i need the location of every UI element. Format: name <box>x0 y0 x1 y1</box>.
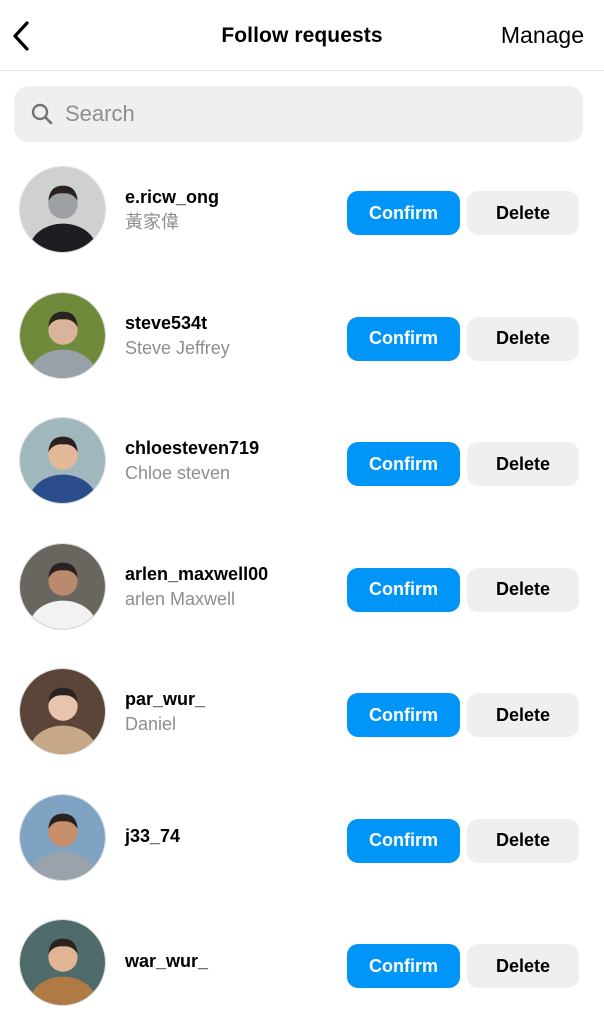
full-name: Chloe steven <box>125 463 231 483</box>
follow-request-row: chloesteven719 Chloe steven Confirm Dele… <box>0 398 604 524</box>
delete-button[interactable]: Delete <box>467 693 579 737</box>
follow-request-list: e.ricw_ong 黃家偉 Confirm Delete steve534t … <box>0 147 604 1024</box>
top-nav-bar: Follow requests Manage <box>0 0 604 71</box>
full-name: arlen Maxwell <box>125 588 236 609</box>
avatar[interactable] <box>19 291 106 379</box>
profile-photo <box>20 167 105 252</box>
profile-photo <box>20 920 105 1005</box>
username[interactable]: par_wur_ <box>125 687 205 711</box>
avatar[interactable] <box>19 793 106 881</box>
manage-button[interactable]: Manage <box>501 22 584 49</box>
delete-button[interactable]: Delete <box>467 316 579 361</box>
request-names: war_wur_ <box>125 949 208 973</box>
follow-request-row: j33_74 Confirm Delete <box>0 775 604 901</box>
delete-button[interactable]: Delete <box>467 191 579 235</box>
avatar[interactable] <box>19 919 106 1006</box>
username[interactable]: j33_74 <box>125 824 180 848</box>
avatar[interactable] <box>19 668 106 755</box>
profile-photo <box>20 669 105 754</box>
full-name: 黃家偉 <box>125 212 179 232</box>
request-names: e.ricw_ong 黃家偉 <box>125 185 219 235</box>
avatar[interactable] <box>19 417 106 504</box>
request-names: chloesteven719 Chloe steven <box>125 436 259 486</box>
delete-button[interactable]: Delete <box>467 442 579 486</box>
username[interactable]: e.ricw_ong <box>125 185 219 209</box>
request-names: par_wur_ Daniel <box>125 687 205 737</box>
search-bar[interactable] <box>14 86 583 142</box>
username[interactable]: steve534t <box>125 311 230 335</box>
delete-button[interactable]: Delete <box>467 818 579 863</box>
search-input[interactable] <box>65 101 545 127</box>
delete-button[interactable]: Delete <box>467 567 579 612</box>
confirm-button[interactable]: Confirm <box>347 442 460 486</box>
username[interactable]: chloesteven719 <box>125 436 259 460</box>
full-name: Daniel <box>125 714 177 734</box>
delete-button[interactable]: Delete <box>467 944 579 988</box>
request-names: steve534t Steve Jeffrey <box>125 311 230 361</box>
confirm-button[interactable]: Confirm <box>347 944 460 988</box>
confirm-button[interactable]: Confirm <box>347 693 460 737</box>
full-name: Steve Jeffrey <box>125 337 230 358</box>
avatar[interactable] <box>19 166 106 253</box>
follow-request-row: e.ricw_ong 黃家偉 Confirm Delete <box>0 147 604 273</box>
avatar[interactable] <box>19 542 106 630</box>
profile-photo <box>20 543 105 629</box>
profile-photo <box>20 794 105 880</box>
request-names: j33_74 <box>125 824 180 848</box>
confirm-button[interactable]: Confirm <box>347 818 460 863</box>
follow-request-row: war_wur_ Confirm Delete <box>0 900 604 1024</box>
confirm-button[interactable]: Confirm <box>347 191 460 235</box>
follow-request-row: par_wur_ Daniel Confirm Delete <box>0 649 604 775</box>
profile-photo <box>20 292 105 378</box>
username[interactable]: war_wur_ <box>125 949 208 973</box>
confirm-button[interactable]: Confirm <box>347 316 460 361</box>
follow-request-row: arlen_maxwell00 arlen Maxwell Confirm De… <box>0 524 604 650</box>
request-names: arlen_maxwell00 arlen Maxwell <box>125 562 268 612</box>
follow-request-row: steve534t Steve Jeffrey Confirm Delete <box>0 273 604 399</box>
username[interactable]: arlen_maxwell00 <box>125 562 268 586</box>
confirm-button[interactable]: Confirm <box>347 567 460 612</box>
profile-photo <box>20 418 105 503</box>
search-icon <box>31 103 53 125</box>
